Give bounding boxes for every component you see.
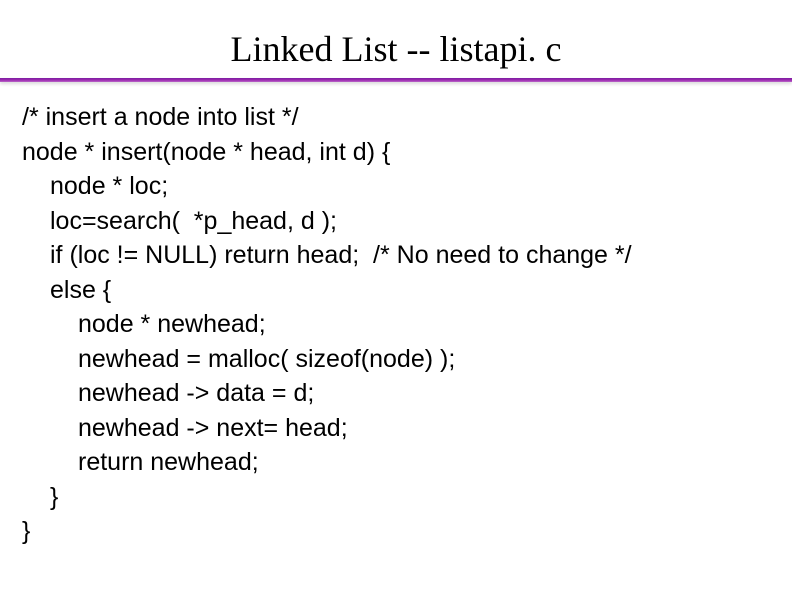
code-line: newhead -> data = d;	[22, 376, 792, 411]
code-line: return newhead;	[22, 445, 792, 480]
code-line: node * loc;	[22, 169, 792, 204]
code-line: newhead = malloc( sizeof(node) );	[22, 342, 792, 377]
code-line: node * newhead;	[22, 307, 792, 342]
slide-title: Linked List -- listapi. c	[0, 0, 792, 78]
code-line: loc=search( *p_head, d );	[22, 204, 792, 239]
code-line: else {	[22, 273, 792, 308]
code-block: /* insert a node into list */ node * ins…	[0, 82, 792, 549]
code-line: }	[22, 514, 792, 549]
code-line: newhead -> next= head;	[22, 411, 792, 446]
code-line: if (loc != NULL) return head; /* No need…	[22, 238, 792, 273]
code-line: }	[22, 480, 792, 515]
code-line: /* insert a node into list */	[22, 100, 792, 135]
code-line: node * insert(node * head, int d) {	[22, 135, 792, 170]
